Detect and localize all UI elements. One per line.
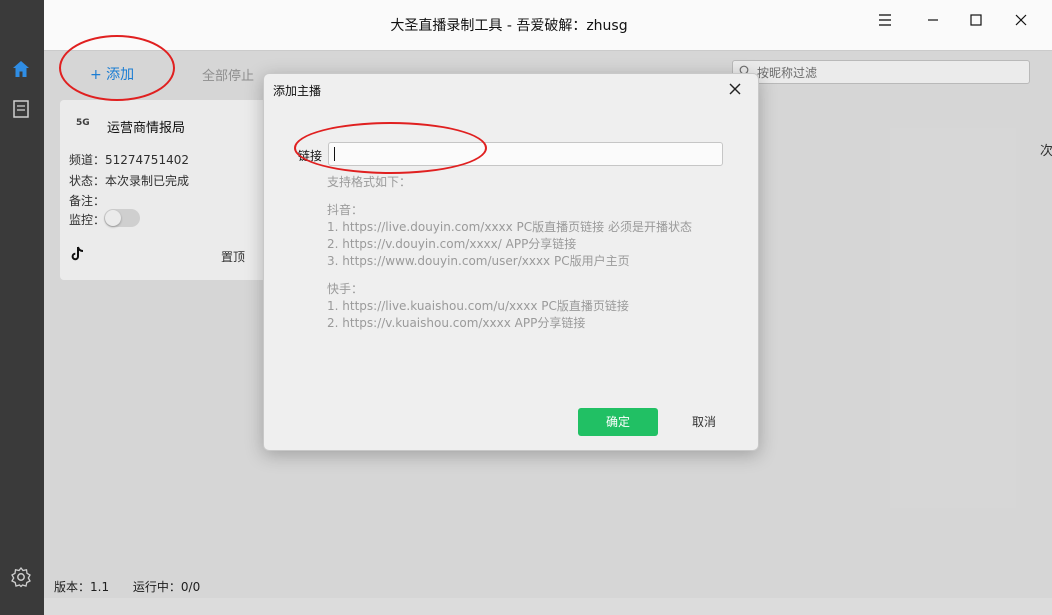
title-bar: 大圣直播录制工具 - 吾爱破解：zhusg — [44, 0, 1052, 51]
sidebar-rail — [0, 0, 44, 615]
minimize-icon[interactable] — [921, 8, 945, 32]
settings-icon[interactable] — [8, 564, 34, 590]
format-help: 支持格式如下： 抖音： 1. https://live.douyin.com/x… — [327, 174, 747, 332]
douyin-format-3: 3. https://www.douyin.com/user/xxxx PC版用… — [327, 254, 630, 268]
window-title: 大圣直播录制工具 - 吾爱破解：zhusg — [390, 18, 628, 34]
confirm-button[interactable]: 确定 — [578, 408, 658, 436]
home-icon[interactable] — [8, 56, 34, 82]
menu-icon[interactable] — [873, 8, 897, 32]
dialog-title: 添加主播 — [273, 84, 322, 98]
dialog-close-icon[interactable] — [726, 80, 744, 98]
document-icon[interactable] — [8, 96, 34, 122]
kuaishou-title: 快手： — [327, 282, 364, 296]
annotation-circle-link — [294, 122, 487, 174]
douyin-title: 抖音： — [327, 203, 364, 217]
help-title: 支持格式如下： — [327, 175, 412, 189]
douyin-format-2: 2. https://v.douyin.com/xxxx/ APP分享链接 — [327, 237, 577, 251]
kuaishou-format-2: 2. https://v.kuaishou.com/xxxx APP分享链接 — [327, 316, 586, 330]
kuaishou-format-1: 1. https://live.kuaishou.com/u/xxxx PC版直… — [327, 299, 629, 313]
cancel-button[interactable]: 取消 — [668, 408, 740, 436]
close-icon[interactable] — [1009, 8, 1033, 32]
douyin-format-1: 1. https://live.douyin.com/xxxx PC版直播页链接… — [327, 220, 692, 234]
annotation-circle-add — [59, 35, 175, 101]
bottom-strip — [44, 598, 1052, 615]
maximize-icon[interactable] — [964, 8, 988, 32]
